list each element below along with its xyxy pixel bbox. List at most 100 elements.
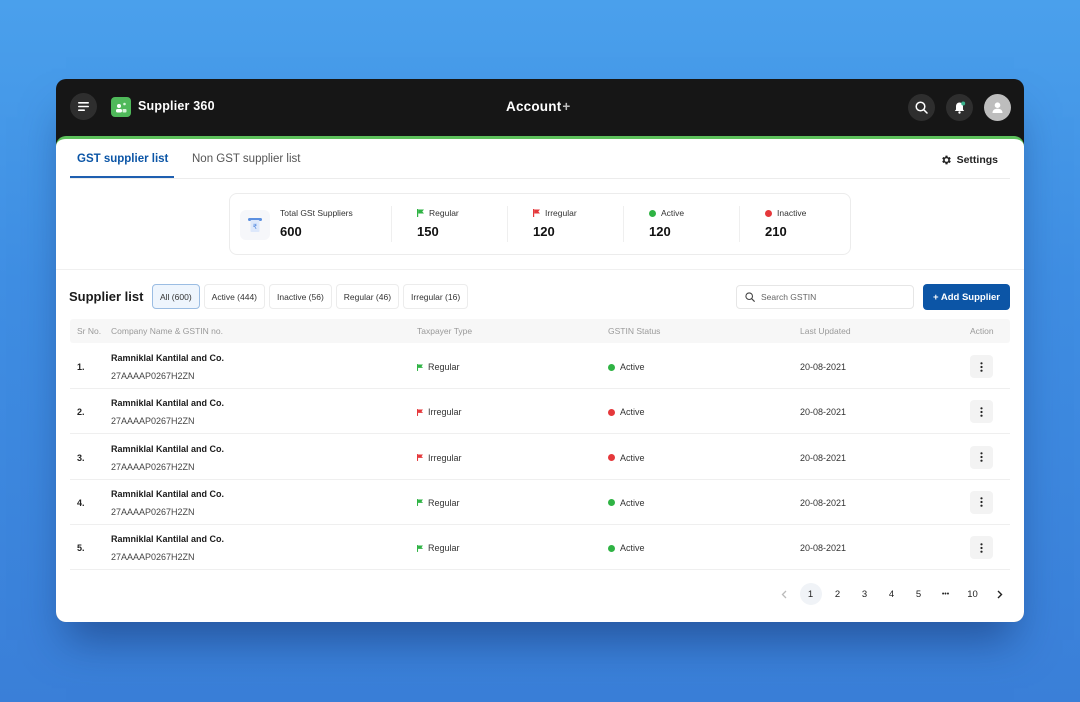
page-ellipsis: ••• xyxy=(941,590,950,598)
filter-all[interactable]: All (600) xyxy=(152,284,200,309)
search-icon xyxy=(915,101,928,114)
last-updated: 20-08-2021 xyxy=(800,543,847,554)
stat-value: 120 xyxy=(533,224,555,239)
company-name: Ramniklal Kantilal and Co. xyxy=(111,443,225,454)
chevron-right-icon xyxy=(997,590,1002,598)
column-sr-no: Sr No. xyxy=(77,326,102,336)
next-page-button[interactable] xyxy=(986,583,1013,605)
gstin-status-label: Active xyxy=(620,362,645,372)
taxpayer-type-label: Regular xyxy=(428,497,460,508)
more-vertical-icon xyxy=(980,361,983,372)
stats-card: ₹ Total GSt Suppliers 600 Regular 150 Ir… xyxy=(229,193,851,255)
gstin-number: 27AAAAP0267H2ZN xyxy=(111,371,195,381)
filter-regular[interactable]: Regular (46) xyxy=(335,284,400,309)
supplier-bill-icon: ₹ xyxy=(240,210,270,240)
settings-label: Settings xyxy=(956,154,998,166)
taxpayer-type: Regular xyxy=(417,543,460,553)
gstin-number: 27AAAAP0267H2ZN xyxy=(111,416,195,427)
gstin-status: Active xyxy=(608,407,645,417)
status-dot-icon xyxy=(608,363,615,371)
flag-icon xyxy=(417,363,423,371)
main-panel: GST supplier list Non GST supplier list … xyxy=(56,136,1024,622)
tab-bar: GST supplier list Non GST supplier list … xyxy=(70,139,1010,179)
stat-label: Total GSt Suppliers xyxy=(280,208,353,218)
add-supplier-button[interactable]: + Add Supplier xyxy=(923,284,1010,310)
taxpayer-type: Regular xyxy=(417,498,460,508)
table-row: 3. Ramniklal Kantilal and Co. 27AAAAP0267H… xyxy=(70,435,1010,480)
filter-inactive[interactable]: Inactive (56) xyxy=(269,284,332,309)
svg-text:₹: ₹ xyxy=(253,223,258,231)
search-gstin-input[interactable] xyxy=(761,292,901,302)
stat-value: 210 xyxy=(765,224,787,239)
gear-icon xyxy=(941,155,951,165)
company-name: Ramniklal Kantilal and Co. xyxy=(111,488,225,499)
active-tab-indicator xyxy=(70,176,174,178)
tab-gst-supplier-list[interactable]: GST supplier list xyxy=(77,153,168,165)
user-avatar[interactable] xyxy=(984,94,1011,121)
row-sr-no: 2. xyxy=(77,407,85,418)
column-last-updated: Last Updated xyxy=(800,326,851,336)
row-action-button[interactable] xyxy=(970,490,993,514)
more-vertical-icon xyxy=(980,452,983,462)
row-action-button[interactable] xyxy=(970,355,993,378)
column-gstin-status: GSTIN Status xyxy=(608,326,661,336)
company-name: Ramniklal Kantilal and Co. xyxy=(111,398,225,409)
flag-icon xyxy=(417,544,423,552)
gstin-status: Active xyxy=(608,543,645,553)
previous-page-button[interactable] xyxy=(770,583,797,605)
status-dot-icon xyxy=(608,454,615,462)
gstin-number: 27AAAAP0267H2ZN xyxy=(111,506,195,517)
last-updated: 20-08-2021 xyxy=(800,452,847,463)
search-button[interactable] xyxy=(908,94,935,121)
green-dot-icon xyxy=(649,209,656,217)
page-button[interactable]: 2 xyxy=(824,583,851,605)
stat-value: 150 xyxy=(417,224,439,239)
stat-label: Irregular xyxy=(545,208,577,218)
column-action: Action xyxy=(970,326,994,336)
stat-inactive: Inactive 210 xyxy=(765,208,806,239)
gstin-status-label: Active xyxy=(620,407,645,418)
more-vertical-icon xyxy=(980,497,983,508)
user-icon xyxy=(992,102,1003,113)
row-sr-no: 3. xyxy=(77,452,85,463)
divider xyxy=(391,206,392,242)
last-updated: 20-08-2021 xyxy=(800,497,847,508)
divider xyxy=(507,206,508,242)
stat-value: 120 xyxy=(649,224,671,239)
stat-total-suppliers: Total GSt Suppliers 600 xyxy=(280,208,353,239)
row-action-button[interactable] xyxy=(970,400,993,424)
flag-icon xyxy=(417,499,423,507)
page-button[interactable]: 5 xyxy=(905,583,932,605)
flag-icon xyxy=(417,408,423,416)
search-gstin-field[interactable] xyxy=(736,285,914,309)
page-button[interactable]: 10 xyxy=(959,583,986,605)
flag-icon xyxy=(417,454,423,462)
stat-label: Active xyxy=(661,208,685,218)
column-taxpayer-type: Taxpayer Type xyxy=(417,326,473,336)
tab-non-gst-supplier-list[interactable]: Non GST supplier list xyxy=(192,153,300,165)
filter-active[interactable]: Active (444) xyxy=(203,284,266,309)
row-action-button[interactable] xyxy=(970,445,993,469)
table-row: 1. Ramniklal Kantilal and Co. 27AAAAP0267H… xyxy=(70,344,1010,389)
stat-label: Inactive xyxy=(777,208,807,218)
column-company: Company Name & GSTIN no. xyxy=(111,326,223,336)
pagination: 1 2 3 4 5 ••• 10 xyxy=(770,583,1013,605)
stat-active: Active 120 xyxy=(649,208,684,239)
page-button[interactable]: 1 xyxy=(799,583,822,605)
row-sr-no: 1. xyxy=(77,362,85,372)
red-flag-icon xyxy=(533,209,540,217)
filter-irregular[interactable]: Irregular (16) xyxy=(403,284,469,309)
row-sr-no: 5. xyxy=(77,543,85,554)
status-dot-icon xyxy=(608,408,615,416)
row-action-button[interactable] xyxy=(970,536,993,560)
notifications-button[interactable] xyxy=(946,94,973,121)
page-button[interactable]: 4 xyxy=(878,583,905,605)
table-row: 2. Ramniklal Kantilal and Co. 27AAAAP0267H… xyxy=(70,389,1010,435)
page-button[interactable]: 3 xyxy=(851,583,878,605)
last-updated: 20-08-2021 xyxy=(800,362,847,372)
menu-button[interactable] xyxy=(70,93,97,120)
settings-button[interactable]: Settings xyxy=(940,154,998,166)
stat-regular: Regular 150 xyxy=(417,208,459,239)
more-vertical-icon xyxy=(980,542,983,553)
taxpayer-type: Irregular xyxy=(417,453,462,463)
